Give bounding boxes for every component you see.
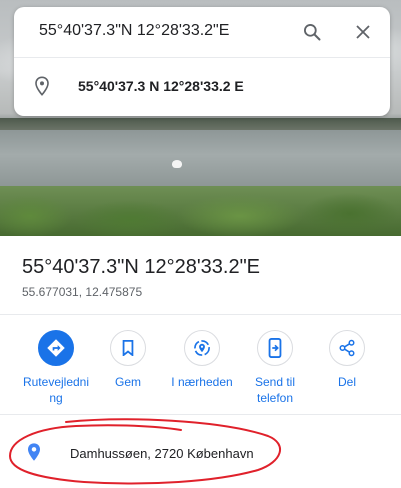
search-input[interactable]: 55°40'37.3"N 12°28'33.2"E — [39, 22, 229, 40]
swan — [172, 160, 182, 168]
share-label: Del — [337, 375, 356, 389]
search-bar[interactable]: 55°40'37.3"N 12°28'33.2"E — [14, 7, 390, 57]
divider — [0, 314, 401, 315]
nearby-button[interactable]: I nærheden — [166, 330, 238, 390]
share-icon — [329, 330, 365, 366]
bookmark-icon — [110, 330, 146, 366]
treeline — [0, 118, 401, 130]
close-icon[interactable] — [349, 18, 377, 46]
divider — [0, 414, 401, 415]
address-row[interactable]: Damhussøen, 2720 København — [0, 430, 401, 474]
send-to-phone-icon — [257, 330, 293, 366]
search-suggestion[interactable]: 55°40'37.3 N 12°28'33.2 E — [14, 58, 390, 116]
search-icon[interactable] — [298, 18, 326, 46]
send-to-phone-label: Send til telefon — [254, 375, 296, 405]
save-button[interactable]: Gem — [92, 330, 164, 390]
lake-water — [0, 130, 401, 192]
directions-label: Rutevejledning — [22, 375, 90, 405]
location-pin-icon — [28, 72, 56, 100]
save-label: Gem — [114, 375, 141, 389]
suggestion-text: 55°40'37.3 N 12°28'33.2 E — [78, 78, 244, 94]
nearby-label: I nærheden — [171, 375, 233, 389]
action-bar: Rutevejledning Gem I nærheden Send til t… — [0, 330, 401, 410]
send-to-phone-button[interactable]: Send til telefon — [239, 330, 311, 406]
search-card: 55°40'37.3"N 12°28'33.2"E 55°40'37.3 N 1… — [14, 7, 390, 116]
shore-bushes — [0, 186, 401, 236]
directions-button[interactable]: Rutevejledning — [20, 330, 92, 406]
share-button[interactable]: Del — [311, 330, 383, 390]
place-title: 55°40'37.3"N 12°28'33.2"E — [22, 256, 261, 278]
address-text: Damhussøen, 2720 København — [70, 446, 254, 461]
nearby-icon — [184, 330, 220, 366]
directions-icon — [38, 330, 74, 366]
decimal-coordinates[interactable]: 55.677031, 12.475875 — [22, 285, 142, 299]
location-pin-icon — [26, 442, 42, 467]
